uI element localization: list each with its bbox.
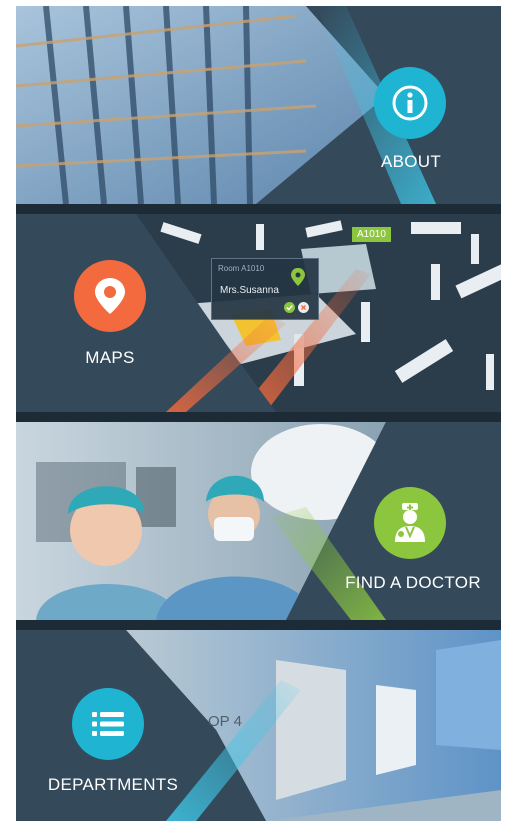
patient-name: Mrs.Susanna [220,285,279,296]
find-doctor-label: FIND A DOCTOR [345,573,481,592]
check-icon[interactable] [284,302,295,313]
info-icon [374,67,446,139]
door-sign: OP 4 [208,713,242,730]
location-pin-icon [291,268,305,286]
room-tag: A1010 [352,227,391,242]
departments-tile[interactable]: OP 4 DEPARTMENTS [16,630,501,821]
maps-tile[interactable]: Room A1010 Mrs.Susanna A1010 MAPS [16,214,501,412]
find-doctor-tile[interactable]: FIND A DOCTOR [16,422,501,620]
close-icon[interactable] [298,302,309,313]
room-info-card[interactable]: Room A1010 Mrs.Susanna [211,258,319,320]
doctor-icon [374,487,446,559]
list-icon [72,688,144,760]
departments-label: DEPARTMENTS [47,775,179,794]
about-label: ABOUT [380,152,442,171]
about-tile[interactable]: ABOUT [16,6,501,204]
maps-label: MAPS [85,348,135,367]
room-number: Room A1010 [218,264,265,273]
map-pin-icon [74,260,146,332]
app-screen: ABOUT Room A1010 Mrs.Susanna A1010 MAPS … [16,6,501,821]
